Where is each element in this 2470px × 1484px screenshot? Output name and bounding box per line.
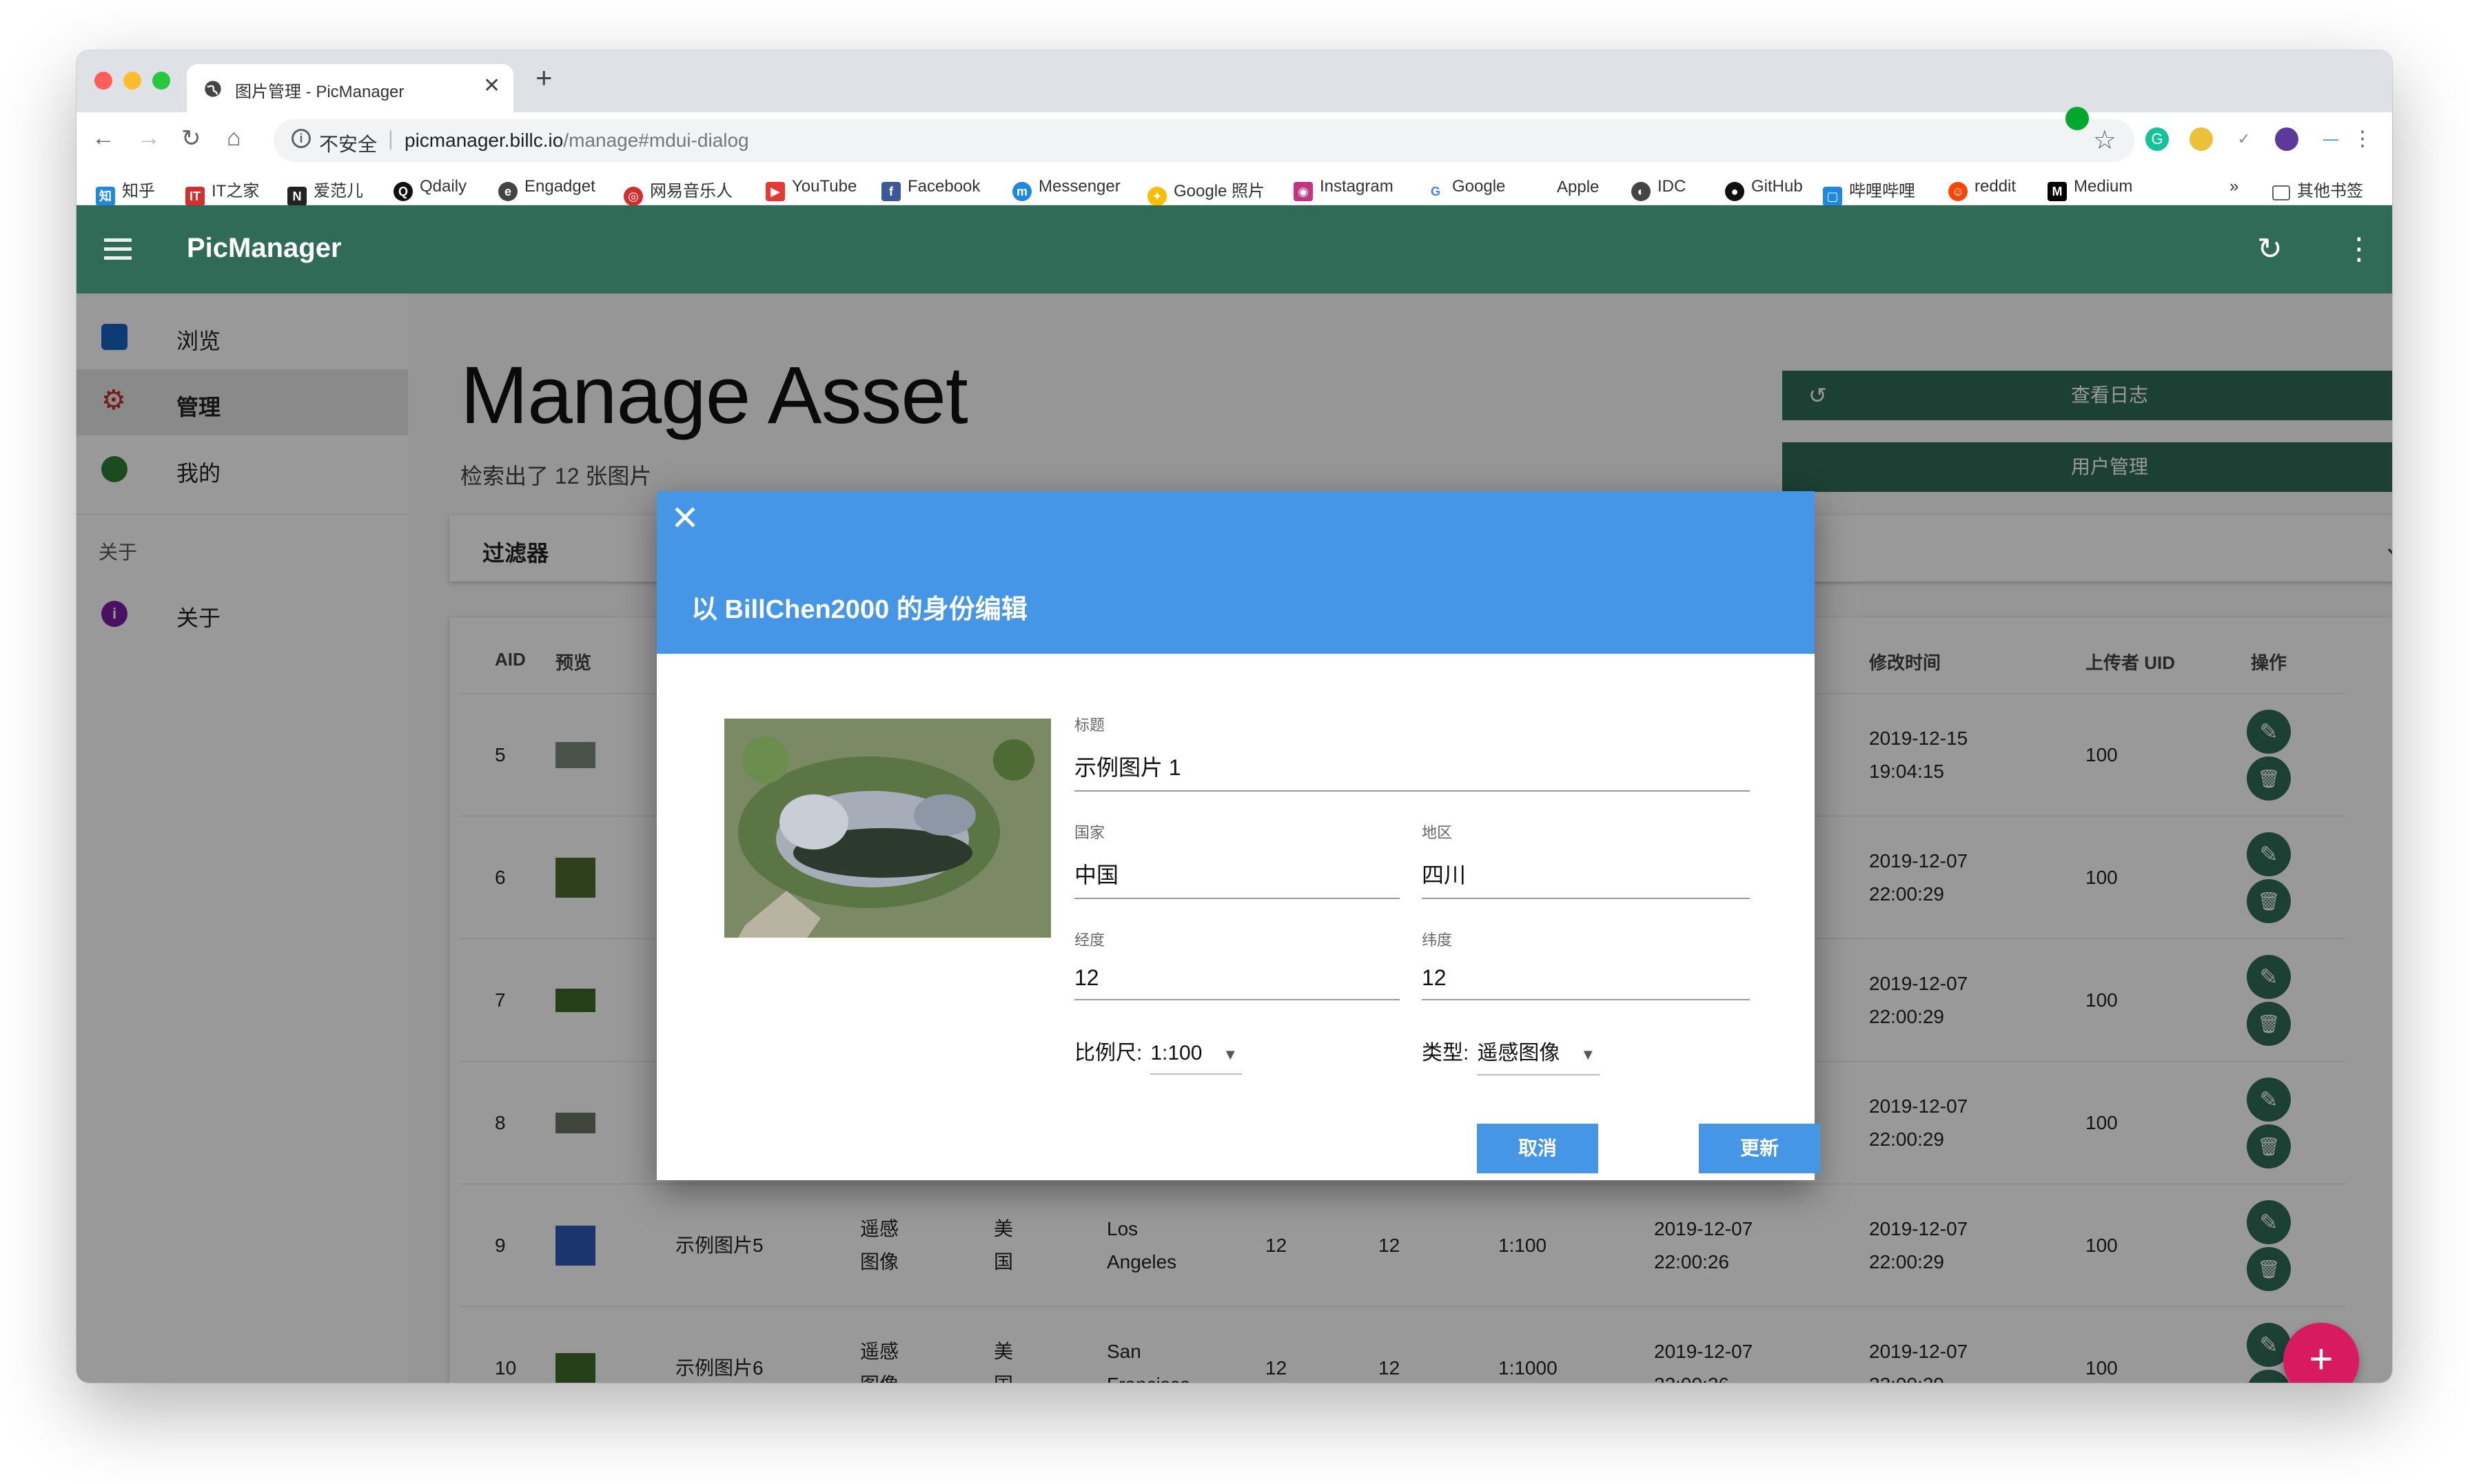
edit-dialog: ✕ 以 BillChen2000 的身份编辑 标题 示例图片 1 国家 中国 地…	[657, 491, 1820, 1180]
country-field[interactable]: 国家 中国	[1074, 821, 1400, 899]
latitude-field[interactable]: 纬度 12	[1422, 928, 1750, 1000]
browser-menu-icon[interactable]: ⋮	[2351, 127, 2374, 151]
hex-extension-icon[interactable]	[2275, 127, 2298, 151]
bookmark-item[interactable]: ◐ IDC	[1631, 177, 1686, 201]
hamburger-menu-icon[interactable]	[104, 238, 132, 265]
region-input[interactable]: 四川	[1422, 858, 1750, 899]
minimize-window-button[interactable]	[123, 72, 141, 90]
bookmark-item[interactable]: 知知乎	[96, 177, 155, 206]
globe-icon	[205, 81, 221, 97]
bookmark-item[interactable]: ● GitHub	[1725, 177, 1803, 201]
bookmark-item[interactable]: M Medium	[2048, 177, 2132, 201]
dropdown-arrow-icon[interactable]: ▼	[1580, 1046, 1595, 1064]
app-root: PicManager ↻ ⋮ 浏览 ⚙ 管理 我的 关于 i 关于 Manage…	[76, 205, 2392, 1383]
bookmarks-overflow-icon[interactable]: »	[2229, 177, 2238, 196]
reload-icon[interactable]: ↻	[181, 125, 201, 152]
new-tab-button[interactable]: +	[535, 61, 553, 94]
bookmark-item[interactable]: IT IT之家	[185, 177, 259, 206]
grammarly-extension-icon[interactable]: G	[2145, 127, 2169, 151]
extension-icon-2[interactable]: —	[2319, 127, 2343, 151]
info-icon[interactable]: i	[292, 129, 311, 148]
forward-icon[interactable]: →	[137, 125, 161, 152]
more-vert-icon[interactable]: ⋮	[2344, 231, 2374, 267]
bookmark-item[interactable]: G Google	[1426, 177, 1505, 201]
other-bookmarks-folder[interactable]: 其他书签	[2272, 177, 2363, 201]
url-text: picmanager.billc.io/manage#mdui-dialog	[405, 130, 749, 151]
refresh-icon[interactable]: ↻	[2257, 231, 2283, 267]
country-input[interactable]: 中国	[1074, 858, 1400, 899]
evernote-extension-icon[interactable]	[2065, 107, 2089, 130]
dialog-title: 以 BillChen2000 的身份编辑	[691, 595, 1028, 624]
bookmark-item[interactable]: f Facebook	[881, 177, 980, 201]
tab-strip: 图片管理 - PicManager ✕ +	[76, 50, 2392, 112]
maximize-window-button[interactable]	[152, 72, 170, 90]
insecure-label: 不安全	[319, 134, 378, 155]
bookmark-item[interactable]: N 爱范儿	[287, 177, 363, 206]
home-icon[interactable]: ⌂	[227, 125, 241, 152]
separator: |	[388, 127, 394, 150]
type-select[interactable]: 类型: 遥感图像 ▼	[1422, 1035, 1600, 1075]
title-input[interactable]: 示例图片 1	[1074, 750, 1750, 792]
dropdown-arrow-icon[interactable]: ▼	[1223, 1046, 1238, 1064]
bookmark-item[interactable]: ◉ Instagram	[1294, 177, 1394, 201]
longitude-field[interactable]: 经度 12	[1074, 928, 1400, 1000]
browser-toolbar: ← → ↻ ⌂ i 不安全 | picmanager.billc.io/mana…	[76, 107, 2392, 170]
update-button[interactable]: 更新	[1699, 1124, 1820, 1173]
extension-icon[interactable]	[2190, 127, 2213, 151]
close-window-button[interactable]	[94, 72, 112, 90]
bookmark-item[interactable]: Apple	[1531, 177, 1599, 197]
bookmark-item[interactable]: ▢ 哔哩哔哩	[1823, 177, 1915, 206]
back-icon[interactable]: ←	[92, 125, 115, 152]
browser-tab[interactable]: 图片管理 - PicManager ✕	[187, 64, 513, 112]
title-field[interactable]: 标题 示例图片 1	[1074, 713, 1750, 792]
region-field[interactable]: 地区 四川	[1422, 821, 1750, 899]
tab-title: 图片管理 - PicManager	[235, 83, 405, 101]
cancel-button[interactable]: 取消	[1477, 1124, 1598, 1173]
browser-window: 图片管理 - PicManager ✕ + ← → ↻ ⌂ i 不安全 | pi…	[76, 50, 2392, 1383]
bookmark-item[interactable]: ▶ YouTube	[766, 177, 857, 201]
bookmarks-bar: 知知乎 IT IT之家 N 爱范儿 Q Qdaily e Engadget ◎ 网易音乐人…	[76, 170, 2392, 206]
close-icon[interactable]: ✕	[671, 498, 700, 538]
check-extension-icon[interactable]: ✓	[2232, 127, 2256, 151]
latitude-input[interactable]: 12	[1422, 965, 1750, 1000]
bookmark-star-icon[interactable]: ☆	[2093, 125, 2116, 156]
asset-preview-image	[724, 719, 1051, 938]
bookmark-item[interactable]: ◎ 网易音乐人	[624, 177, 733, 206]
dialog-header: ✕ 以 BillChen2000 的身份编辑	[657, 491, 1815, 654]
bookmark-item[interactable]: e Engadget	[498, 177, 595, 201]
address-bar[interactable]: i 不安全 | picmanager.billc.io/manage#mdui-…	[274, 119, 2134, 162]
app-brand: PicManager	[187, 233, 342, 263]
tab-close-icon[interactable]: ✕	[483, 74, 500, 98]
bookmark-item[interactable]: Q Qdaily	[394, 177, 467, 201]
scale-select[interactable]: 比例尺: 1:100 ▼	[1074, 1035, 1243, 1075]
bookmark-item[interactable]: m Messenger	[1012, 177, 1121, 201]
bookmark-item[interactable]: ✦ Google 照片	[1147, 177, 1265, 206]
longitude-input[interactable]: 12	[1074, 965, 1400, 1000]
bookmark-item[interactable]: ☺ reddit	[1948, 177, 2016, 201]
app-bar: PicManager ↻ ⋮	[76, 205, 2392, 293]
